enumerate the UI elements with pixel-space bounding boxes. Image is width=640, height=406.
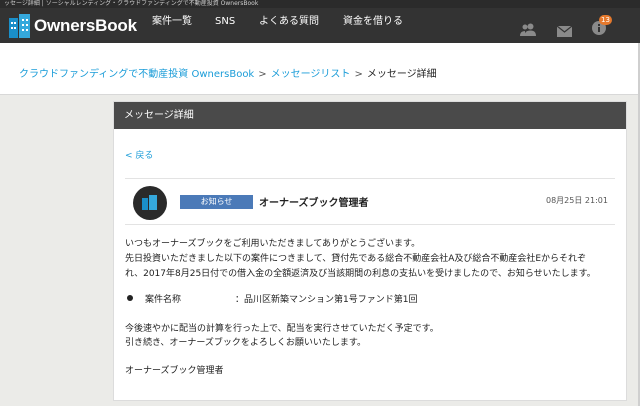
divider	[125, 178, 615, 179]
logo-text: OwnersBook	[34, 16, 137, 35]
message-signature: オーナーズブック管理者	[125, 366, 224, 376]
top-navigation: OwnersBook 案件一覧 SNS よくある質問 資金を借りる 13	[0, 8, 640, 48]
back-link[interactable]: < 戻る	[125, 148, 153, 161]
mail-icon[interactable]	[556, 22, 573, 41]
notification-badge: 13	[599, 15, 612, 25]
message-sender: オーナーズブック管理者	[259, 198, 369, 209]
browser-tab-title: ッセージ詳細 | ソーシャルレンディング・クラウドファンディングで不動産投資 O…	[0, 0, 640, 8]
users-icon[interactable]	[520, 21, 536, 40]
breadcrumb: クラウドファンディングで不動産投資 OwnersBook > メッセージリスト > メッ…	[19, 65, 437, 80]
nav-item-faq[interactable]: よくある質問	[259, 8, 319, 43]
breadcrumb-separator: >	[258, 69, 267, 80]
nav-item-borrow[interactable]: 資金を借りる	[343, 8, 403, 43]
nav-item-sns[interactable]: SNS	[215, 8, 235, 43]
message-detail-panel: メッセージ詳細 < 戻る お知らせ オーナーズブック管理者 08月25日 21:…	[113, 101, 627, 401]
breadcrumb-separator: >	[354, 69, 363, 80]
avatar	[133, 186, 167, 220]
divider	[125, 224, 615, 225]
breadcrumb-link-message-list[interactable]: メッセージリスト	[271, 69, 351, 80]
message-line: れ、2017年8月25日付での借入金の全額返済及び当該期間の利息の支払いを受けま…	[125, 269, 596, 279]
breadcrumb-bar: クラウドファンディングで不動産投資 OwnersBook > メッセージリスト > メッ…	[0, 43, 640, 95]
project-name-label: 案件名称	[145, 295, 182, 305]
breadcrumb-current: メッセージ詳細	[366, 69, 437, 80]
site-logo[interactable]: OwnersBook	[9, 14, 137, 38]
nav-item-listings[interactable]: 案件一覧	[152, 8, 192, 43]
logo-building-icon	[9, 14, 31, 38]
notice-tag: お知らせ	[180, 195, 253, 209]
bullet-icon	[127, 295, 133, 301]
message-line: 引き続き、オーナーズブックをよろしくお願いいたします。	[125, 338, 367, 348]
breadcrumb-link-home[interactable]: クラウドファンディングで不動産投資 OwnersBook	[19, 69, 254, 80]
message-line: 今後速やかに配当の計算を行った上で、配当を実行させていただく予定です。	[125, 324, 439, 334]
project-name-value: ：品川区新築マンション第1号ファンド第1回	[235, 295, 418, 305]
panel-title: メッセージ詳細	[114, 102, 626, 129]
message-line: 先日投資いただきました以下の案件につきまして、貸付先である総合不動産会社A及び総…	[125, 254, 587, 264]
message-date: 08月25日 21:01	[546, 196, 608, 205]
message-line: いつもオーナーズブックをご利用いただきましてありがとうございます。	[125, 239, 421, 249]
